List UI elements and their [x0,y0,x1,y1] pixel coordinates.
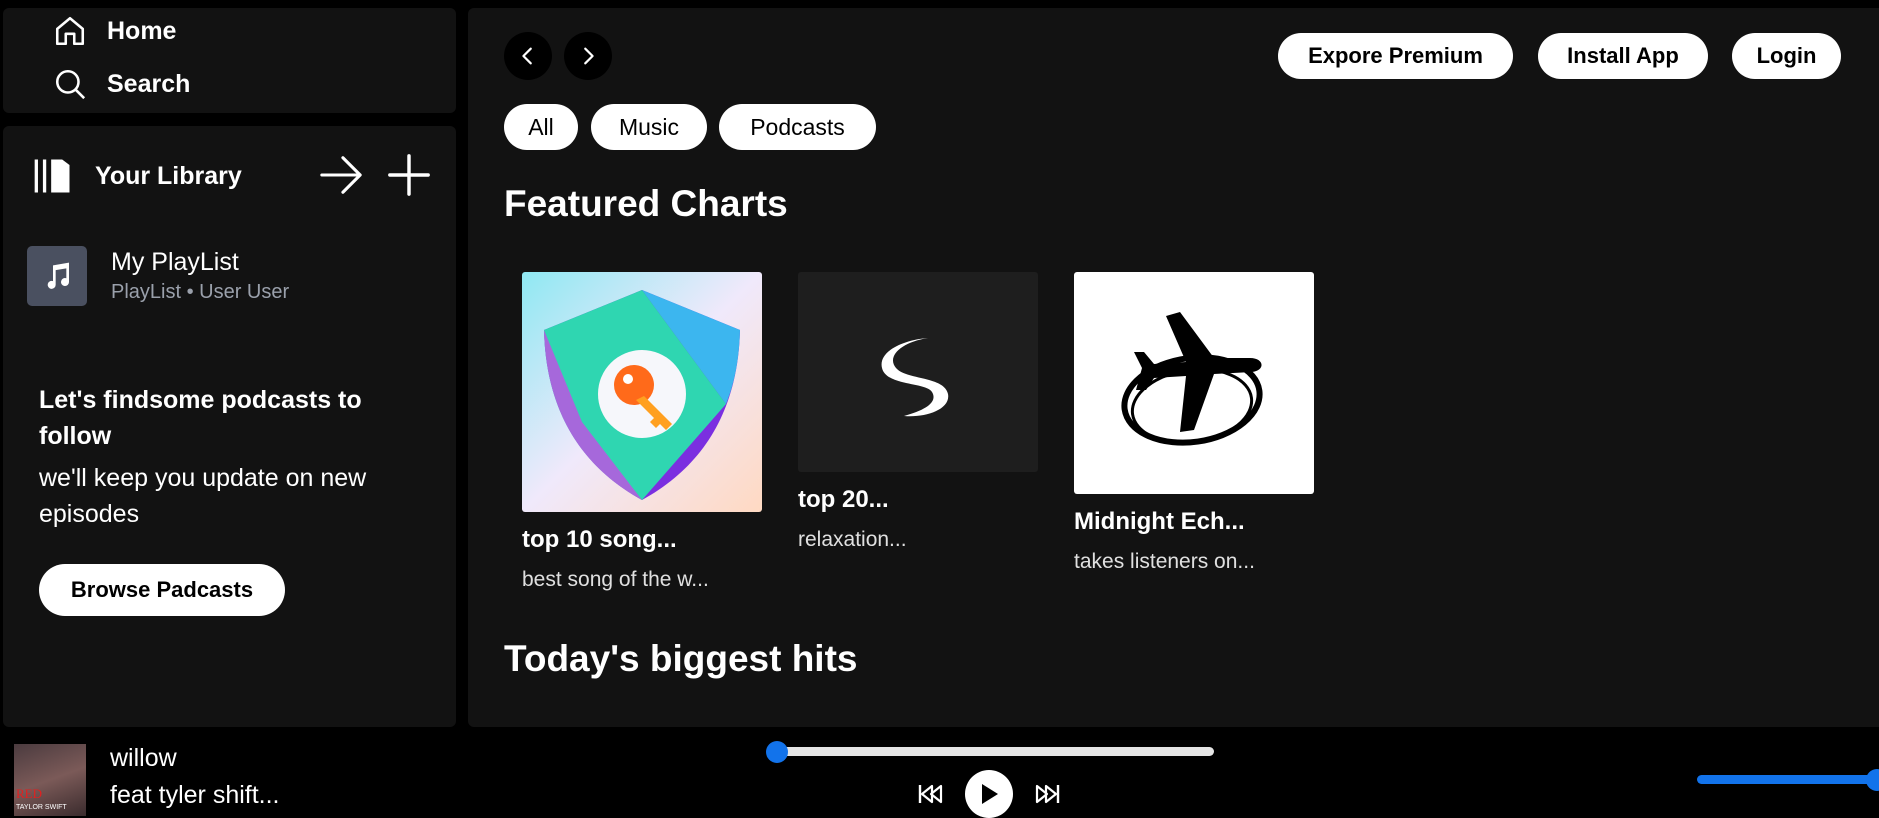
card-3-title: Midnight Ech... [1074,508,1245,535]
back-button[interactable] [504,32,552,80]
chart-card-2[interactable]: top 20... relaxation... [798,272,1038,552]
nav-search[interactable]: Search [53,67,190,101]
now-playing-cover: RED TAYLOR SWIFT [14,744,86,816]
home-icon [55,16,85,46]
podcast-promo-text: we'll keep you update on new episodes [39,464,367,528]
nav-home-label: Home [107,16,177,45]
play-icon [982,784,998,804]
cover-text-bottom: TAYLOR SWIFT [16,804,67,811]
forward-button[interactable] [564,32,612,80]
chevron-left-icon [522,47,532,65]
podcast-promo-title: Let's findsome podcasts to follow [39,386,362,450]
progress-bar[interactable] [766,741,1214,763]
now-playing-artist: feat tyler shift... [110,781,280,809]
card-2-subtitle: relaxation... [798,528,907,551]
card-1-cover [522,272,762,512]
card-1-title: top 10 song... [522,526,677,553]
card-3-cover [1074,272,1314,494]
airplane-artwork [1121,312,1263,446]
plus-icon[interactable] [386,152,432,198]
music-note-icon [47,262,70,289]
login-button[interactable]: Login [1732,33,1841,79]
nav-search-label: Search [107,69,191,98]
filter-chip-podcasts[interactable]: Podcasts [719,104,876,150]
card-3-subtitle: takes listeners on... [1074,550,1255,573]
cover-text-top: RED [16,786,42,801]
search-icon [55,69,86,100]
volume-knob[interactable] [1866,769,1879,791]
playlist-item[interactable]: My PlayList PlayList • User User [27,246,289,306]
progress-knob[interactable] [766,741,788,763]
explore-premium-button[interactable]: Expore Premium [1278,33,1513,79]
playlist-cover [27,246,87,306]
filter-chip-music[interactable]: Music [591,104,707,150]
volume-slider[interactable] [1697,769,1879,791]
featured-charts-title: Featured Charts [504,183,788,224]
main-panel: Expore Premium Install App Login All Mus… [468,8,1879,727]
playlist-subtitle: PlayList • User User [111,281,290,303]
card-2-title: top 20... [798,486,889,513]
play-button[interactable] [965,770,1013,818]
nav-home[interactable]: Home [53,14,176,48]
library-title: Your Library [95,161,242,190]
library-header[interactable]: Your Library [31,154,242,198]
install-app-button[interactable]: Install App [1538,33,1708,79]
library-actions [316,152,432,198]
chart-card-3[interactable]: Midnight Ech... takes listeners on... [1074,272,1314,574]
now-playing-title: willow [110,744,177,772]
chevron-right-icon [584,47,594,65]
filter-chip-all[interactable]: All [504,104,578,150]
shield-key-artwork [522,272,762,512]
skip-back-icon[interactable] [917,782,943,806]
top-nav-panel: Home Search [3,8,456,113]
card-2-cover [798,272,1038,472]
arrow-right-icon[interactable] [316,152,366,198]
playlist-name: My PlayList [111,248,239,276]
swirl-logo-artwork [881,338,949,417]
card-1-subtitle: best song of the w... [522,568,709,591]
biggest-hits-title: Today's biggest hits [504,638,858,679]
chart-card-1[interactable]: top 10 song... best song of the w... [522,272,762,592]
browse-podcasts-button[interactable]: Browse Padcasts [39,564,285,616]
library-panel: Your Library My PlayList PlayList • User… [3,126,456,727]
library-icon [34,159,70,193]
skip-forward-icon[interactable] [1035,782,1061,806]
